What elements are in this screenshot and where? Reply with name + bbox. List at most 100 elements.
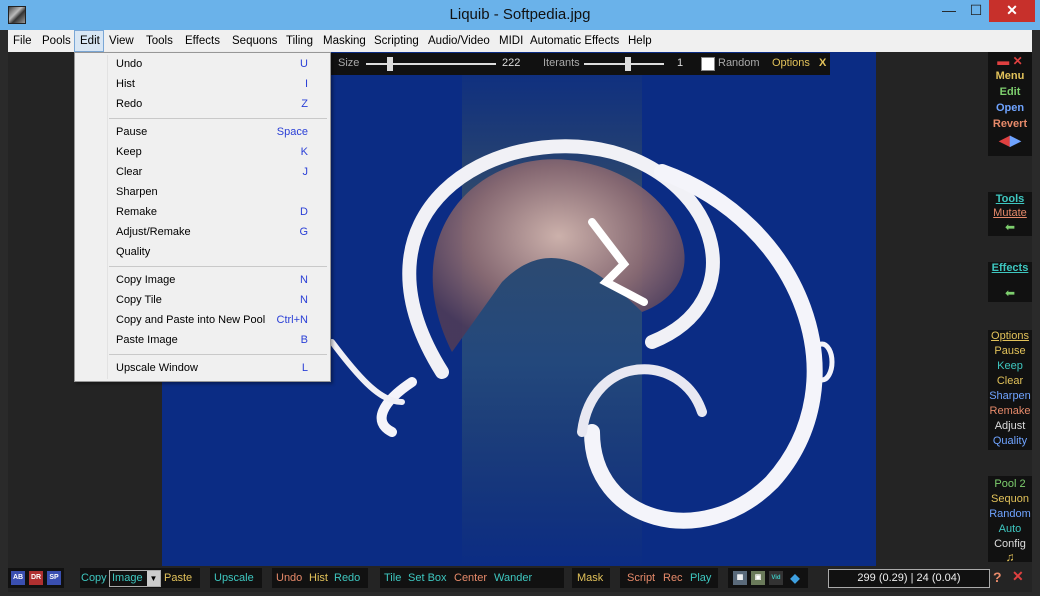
- menu-upscale-window[interactable]: Upscale Window L: [76, 359, 328, 379]
- menu-clear[interactable]: Clear J: [76, 163, 328, 183]
- mode-sp-icon[interactable]: SP: [47, 571, 61, 585]
- panel-sharpen[interactable]: Sharpen: [988, 390, 1032, 402]
- random-label: Random: [718, 57, 760, 69]
- upscale-button[interactable]: Upscale: [214, 572, 254, 584]
- video-icon[interactable]: ▣: [751, 571, 765, 585]
- menu-redo[interactable]: Redo Z: [76, 95, 328, 115]
- menu-copy-tile[interactable]: Copy Tile N: [76, 291, 328, 311]
- center-button[interactable]: Center: [454, 572, 487, 584]
- redo-button[interactable]: Redo: [334, 572, 360, 584]
- panel-auto[interactable]: Auto: [988, 523, 1032, 535]
- menu-hist[interactable]: Hist I: [76, 75, 328, 95]
- size-label: Size: [338, 57, 360, 69]
- iterants-slider[interactable]: [584, 57, 664, 71]
- set-box-button[interactable]: Set Box: [408, 572, 447, 584]
- window-title: Liquib - Softpedia.jpg: [449, 6, 591, 23]
- mask-button[interactable]: Mask: [577, 572, 603, 584]
- diamond-icon[interactable]: ◆: [788, 571, 802, 585]
- music-note-icon[interactable]: ♫: [988, 550, 1032, 564]
- close-panel-icon[interactable]: ✕: [1013, 54, 1023, 68]
- panel-block-main: ▬ ✕ Menu Edit Open Revert ◀▶: [988, 52, 1032, 156]
- close-button[interactable]: ✕: [989, 0, 1035, 22]
- minimize-button[interactable]: —: [935, 0, 963, 22]
- panel-keep[interactable]: Keep: [988, 360, 1032, 372]
- copy-button[interactable]: Copy: [81, 572, 107, 584]
- image-icon[interactable]: ▦: [733, 571, 747, 585]
- menu-help[interactable]: Help: [623, 30, 657, 52]
- copy-mode-select[interactable]: Image ▼: [109, 570, 161, 587]
- menu-automatic-effects[interactable]: Automatic Effects: [525, 30, 624, 52]
- menu-remake[interactable]: Remake D: [76, 203, 328, 223]
- panel-edit[interactable]: Edit: [988, 86, 1032, 98]
- wander-button[interactable]: Wander: [494, 572, 532, 584]
- panel-block-effects: Effects ⬅: [988, 262, 1032, 302]
- chevron-down-icon[interactable]: ▼: [147, 571, 160, 586]
- vid-offs-icon[interactable]: Vid: [769, 571, 783, 585]
- menu-quality[interactable]: Quality: [76, 243, 328, 263]
- panel-block-pool: Pool 2 Sequon Random Auto Config ♫: [988, 476, 1032, 564]
- panel-menu[interactable]: Menu: [988, 70, 1032, 82]
- minimize-panel-icon[interactable]: ▬: [997, 54, 1009, 68]
- panel-random[interactable]: Random: [988, 508, 1032, 520]
- menu-sequons[interactable]: Sequons: [227, 30, 282, 52]
- back-arrow-icon[interactable]: ⬅: [988, 286, 1032, 300]
- hist-button[interactable]: Hist: [309, 572, 328, 584]
- panel-mutate[interactable]: Mutate: [988, 207, 1032, 219]
- arrow-right-icon[interactable]: ▶: [1010, 132, 1021, 148]
- menu-adjust-remake[interactable]: Adjust/Remake G: [76, 223, 328, 243]
- panel-block-tools: Tools Mutate ⬅: [988, 192, 1032, 236]
- rec-button[interactable]: Rec: [663, 572, 683, 584]
- menu-tiling[interactable]: Tiling: [281, 30, 318, 52]
- panel-quality[interactable]: Quality: [988, 435, 1032, 447]
- iterants-slider-thumb[interactable]: [624, 57, 631, 71]
- size-value: 222: [502, 57, 521, 69]
- panel-open[interactable]: Open: [988, 102, 1032, 114]
- size-slider[interactable]: [366, 57, 496, 71]
- options-button[interactable]: Options: [772, 57, 810, 69]
- mode-dr-icon[interactable]: DR: [29, 571, 43, 585]
- menu-view[interactable]: View: [104, 30, 139, 52]
- panel-sequon[interactable]: Sequon: [988, 493, 1032, 505]
- panel-clear[interactable]: Clear: [988, 375, 1032, 387]
- panel-tools[interactable]: Tools: [988, 193, 1032, 205]
- menu-scripting[interactable]: Scripting: [369, 30, 424, 52]
- panel-options[interactable]: Options: [988, 330, 1032, 342]
- menu-file[interactable]: File: [8, 30, 37, 52]
- menu-copy-paste-new-pool[interactable]: Copy and Paste into New Pool Ctrl+N: [76, 311, 328, 331]
- menu-keep[interactable]: Keep K: [76, 143, 328, 163]
- menu-sharpen[interactable]: Sharpen: [76, 183, 328, 203]
- maximize-button[interactable]: ☐: [963, 0, 989, 22]
- menu-pools[interactable]: Pools: [37, 30, 76, 52]
- menu-copy-image[interactable]: Copy Image N: [76, 271, 328, 291]
- panel-revert[interactable]: Revert: [988, 118, 1032, 130]
- tile-button[interactable]: Tile: [384, 572, 401, 584]
- mode-ab-icon[interactable]: AB: [11, 571, 25, 585]
- play-button[interactable]: Play: [690, 572, 711, 584]
- help-button[interactable]: ?: [993, 569, 1002, 585]
- menu-midi[interactable]: MIDI: [494, 30, 528, 52]
- size-slider-thumb[interactable]: [387, 57, 394, 71]
- undo-button[interactable]: Undo: [276, 572, 302, 584]
- menu-edit[interactable]: Edit: [74, 30, 104, 52]
- panel-pause[interactable]: Pause: [988, 345, 1032, 357]
- panel-effects[interactable]: Effects: [988, 262, 1032, 274]
- menu-pause[interactable]: Pause Space: [76, 123, 328, 143]
- menu-separator: [109, 118, 327, 119]
- menu-audio-video[interactable]: Audio/Video: [423, 30, 495, 52]
- panel-adjust[interactable]: Adjust: [988, 420, 1032, 432]
- close-strip-button[interactable]: X: [819, 57, 826, 69]
- paste-button[interactable]: Paste: [164, 572, 192, 584]
- menu-paste-image[interactable]: Paste Image B: [76, 331, 328, 351]
- cross-icon[interactable]: ✕: [1012, 568, 1024, 585]
- menu-undo[interactable]: Undo U: [76, 55, 328, 75]
- panel-remake[interactable]: Remake: [988, 405, 1032, 417]
- panel-config[interactable]: Config: [988, 538, 1032, 550]
- random-checkbox[interactable]: [701, 57, 715, 71]
- back-arrow-icon[interactable]: ⬅: [988, 220, 1032, 234]
- menu-tools[interactable]: Tools: [141, 30, 178, 52]
- menu-effects[interactable]: Effects: [180, 30, 225, 52]
- panel-pool[interactable]: Pool 2: [988, 478, 1032, 490]
- menu-masking[interactable]: Masking: [318, 30, 371, 52]
- arrow-left-icon[interactable]: ◀: [999, 132, 1010, 148]
- script-button[interactable]: Script: [627, 572, 655, 584]
